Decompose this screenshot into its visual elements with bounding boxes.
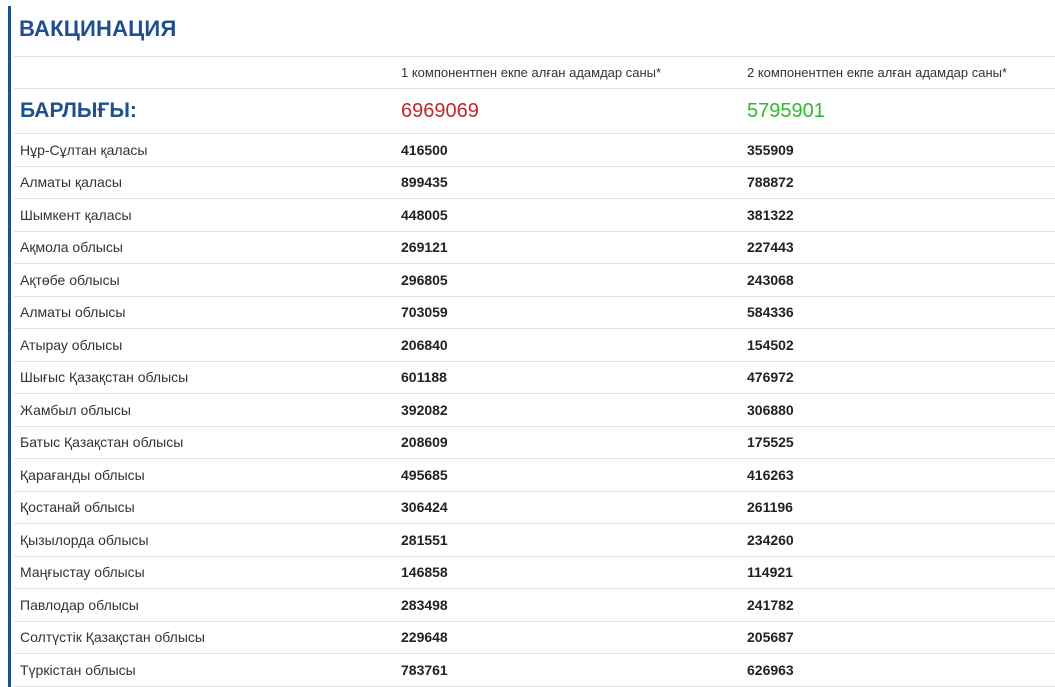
dose1-value: 601188	[395, 361, 741, 394]
region-name: Қызылорда облысы	[14, 523, 395, 557]
dose2-value: 788872	[741, 166, 1055, 199]
total-label: БАРЛЫҒЫ:	[14, 88, 395, 134]
dose1-value: 269121	[395, 231, 741, 264]
region-name: Қостанай облысы	[14, 491, 395, 524]
total-dose2-value: 5795901	[741, 88, 1055, 134]
table-row: Маңғыстау облысы 146858 114921	[14, 556, 1055, 589]
region-name: Солтүстік Қазақстан облысы	[14, 621, 395, 654]
table-row: Ақмола облысы 269121 227443	[14, 231, 1055, 264]
dose2-value: 234260	[741, 523, 1055, 557]
table-row: Атырау облысы 206840 154502	[14, 328, 1055, 362]
dose2-value: 416263	[741, 458, 1055, 492]
table-row: Қарағанды облысы 495685 416263	[14, 458, 1055, 492]
table-row: Жамбыл облысы 392082 306880	[14, 393, 1055, 427]
region-name: Ақтөбе облысы	[14, 263, 395, 297]
region-name: Павлодар облысы	[14, 588, 395, 622]
dose2-value: 306880	[741, 393, 1055, 427]
table-row: Қостанай облысы 306424 261196	[14, 491, 1055, 524]
column-header-dose2: 2 компонентпен екпе алған адамдар саны*	[741, 57, 1055, 89]
dose2-value: 355909	[741, 133, 1055, 167]
region-name: Алматы қаласы	[14, 166, 395, 199]
dose1-value: 783761	[395, 653, 741, 687]
table-row: Павлодар облысы 283498 241782	[14, 588, 1055, 622]
region-name: Алматы облысы	[14, 296, 395, 329]
dose1-value: 495685	[395, 458, 741, 492]
dose1-value: 281551	[395, 523, 741, 557]
dose1-value: 206840	[395, 328, 741, 362]
dose2-value: 154502	[741, 328, 1055, 362]
total-row: БАРЛЫҒЫ: 6969069 5795901	[14, 88, 1055, 134]
table-row: Солтүстік Қазақстан облысы 229648 205687	[14, 621, 1055, 654]
dose2-value: 227443	[741, 231, 1055, 264]
region-name: Батыс Қазақстан облысы	[14, 426, 395, 459]
region-name: Шымкент қаласы	[14, 198, 395, 232]
column-header-region	[14, 57, 395, 89]
region-name: Нұр-Сұлтан қаласы	[14, 133, 395, 167]
dose1-value: 392082	[395, 393, 741, 427]
table-row: Түркістан облысы 783761 626963	[14, 653, 1055, 687]
dose2-value: 175525	[741, 426, 1055, 459]
region-name: Маңғыстау облысы	[14, 556, 395, 589]
dose1-value: 416500	[395, 133, 741, 167]
table-row: Алматы облысы 703059 584336	[14, 296, 1055, 329]
dose2-value: 476972	[741, 361, 1055, 394]
dose2-value: 205687	[741, 621, 1055, 654]
total-dose1-value: 6969069	[395, 88, 741, 134]
dose1-value: 899435	[395, 166, 741, 199]
dose2-value: 626963	[741, 653, 1055, 687]
dose2-value: 261196	[741, 491, 1055, 524]
vaccination-table: 1 компонентпен екпе алған адамдар саны* …	[14, 57, 1055, 687]
table-row: Шымкент қаласы 448005 381322	[14, 198, 1055, 232]
dose1-value: 229648	[395, 621, 741, 654]
page-title: ВАКЦИНАЦИЯ	[19, 16, 177, 41]
dose2-value: 243068	[741, 263, 1055, 297]
dose2-value: 241782	[741, 588, 1055, 622]
table-row: Батыс Қазақстан облысы 208609 175525	[14, 426, 1055, 459]
dose1-value: 146858	[395, 556, 741, 589]
vaccination-panel: ВАКЦИНАЦИЯ 1 компонентпен екпе алған ада…	[8, 6, 1055, 687]
dose1-value: 296805	[395, 263, 741, 297]
region-name: Қарағанды облысы	[14, 458, 395, 492]
region-name: Атырау облысы	[14, 328, 395, 362]
dose1-value: 283498	[395, 588, 741, 622]
dose1-value: 306424	[395, 491, 741, 524]
dose2-value: 584336	[741, 296, 1055, 329]
table-row: Шығыс Қазақстан облысы 601188 476972	[14, 361, 1055, 394]
region-name: Жамбыл облысы	[14, 393, 395, 427]
dose1-value: 208609	[395, 426, 741, 459]
dose1-value: 448005	[395, 198, 741, 232]
table-row: Ақтөбе облысы 296805 243068	[14, 263, 1055, 297]
table-row: Алматы қаласы 899435 788872	[14, 166, 1055, 199]
table-header-row: 1 компонентпен екпе алған адамдар саны* …	[14, 57, 1055, 89]
table-row: Қызылорда облысы 281551 234260	[14, 523, 1055, 557]
table-row: Нұр-Сұлтан қаласы 416500 355909	[14, 133, 1055, 167]
region-name: Түркістан облысы	[14, 653, 395, 687]
column-header-dose1: 1 компонентпен екпе алған адамдар саны*	[395, 57, 741, 89]
dose2-value: 114921	[741, 556, 1055, 589]
region-name: Ақмола облысы	[14, 231, 395, 264]
region-name: Шығыс Қазақстан облысы	[14, 361, 395, 394]
dose1-value: 703059	[395, 296, 741, 329]
dose2-value: 381322	[741, 198, 1055, 232]
